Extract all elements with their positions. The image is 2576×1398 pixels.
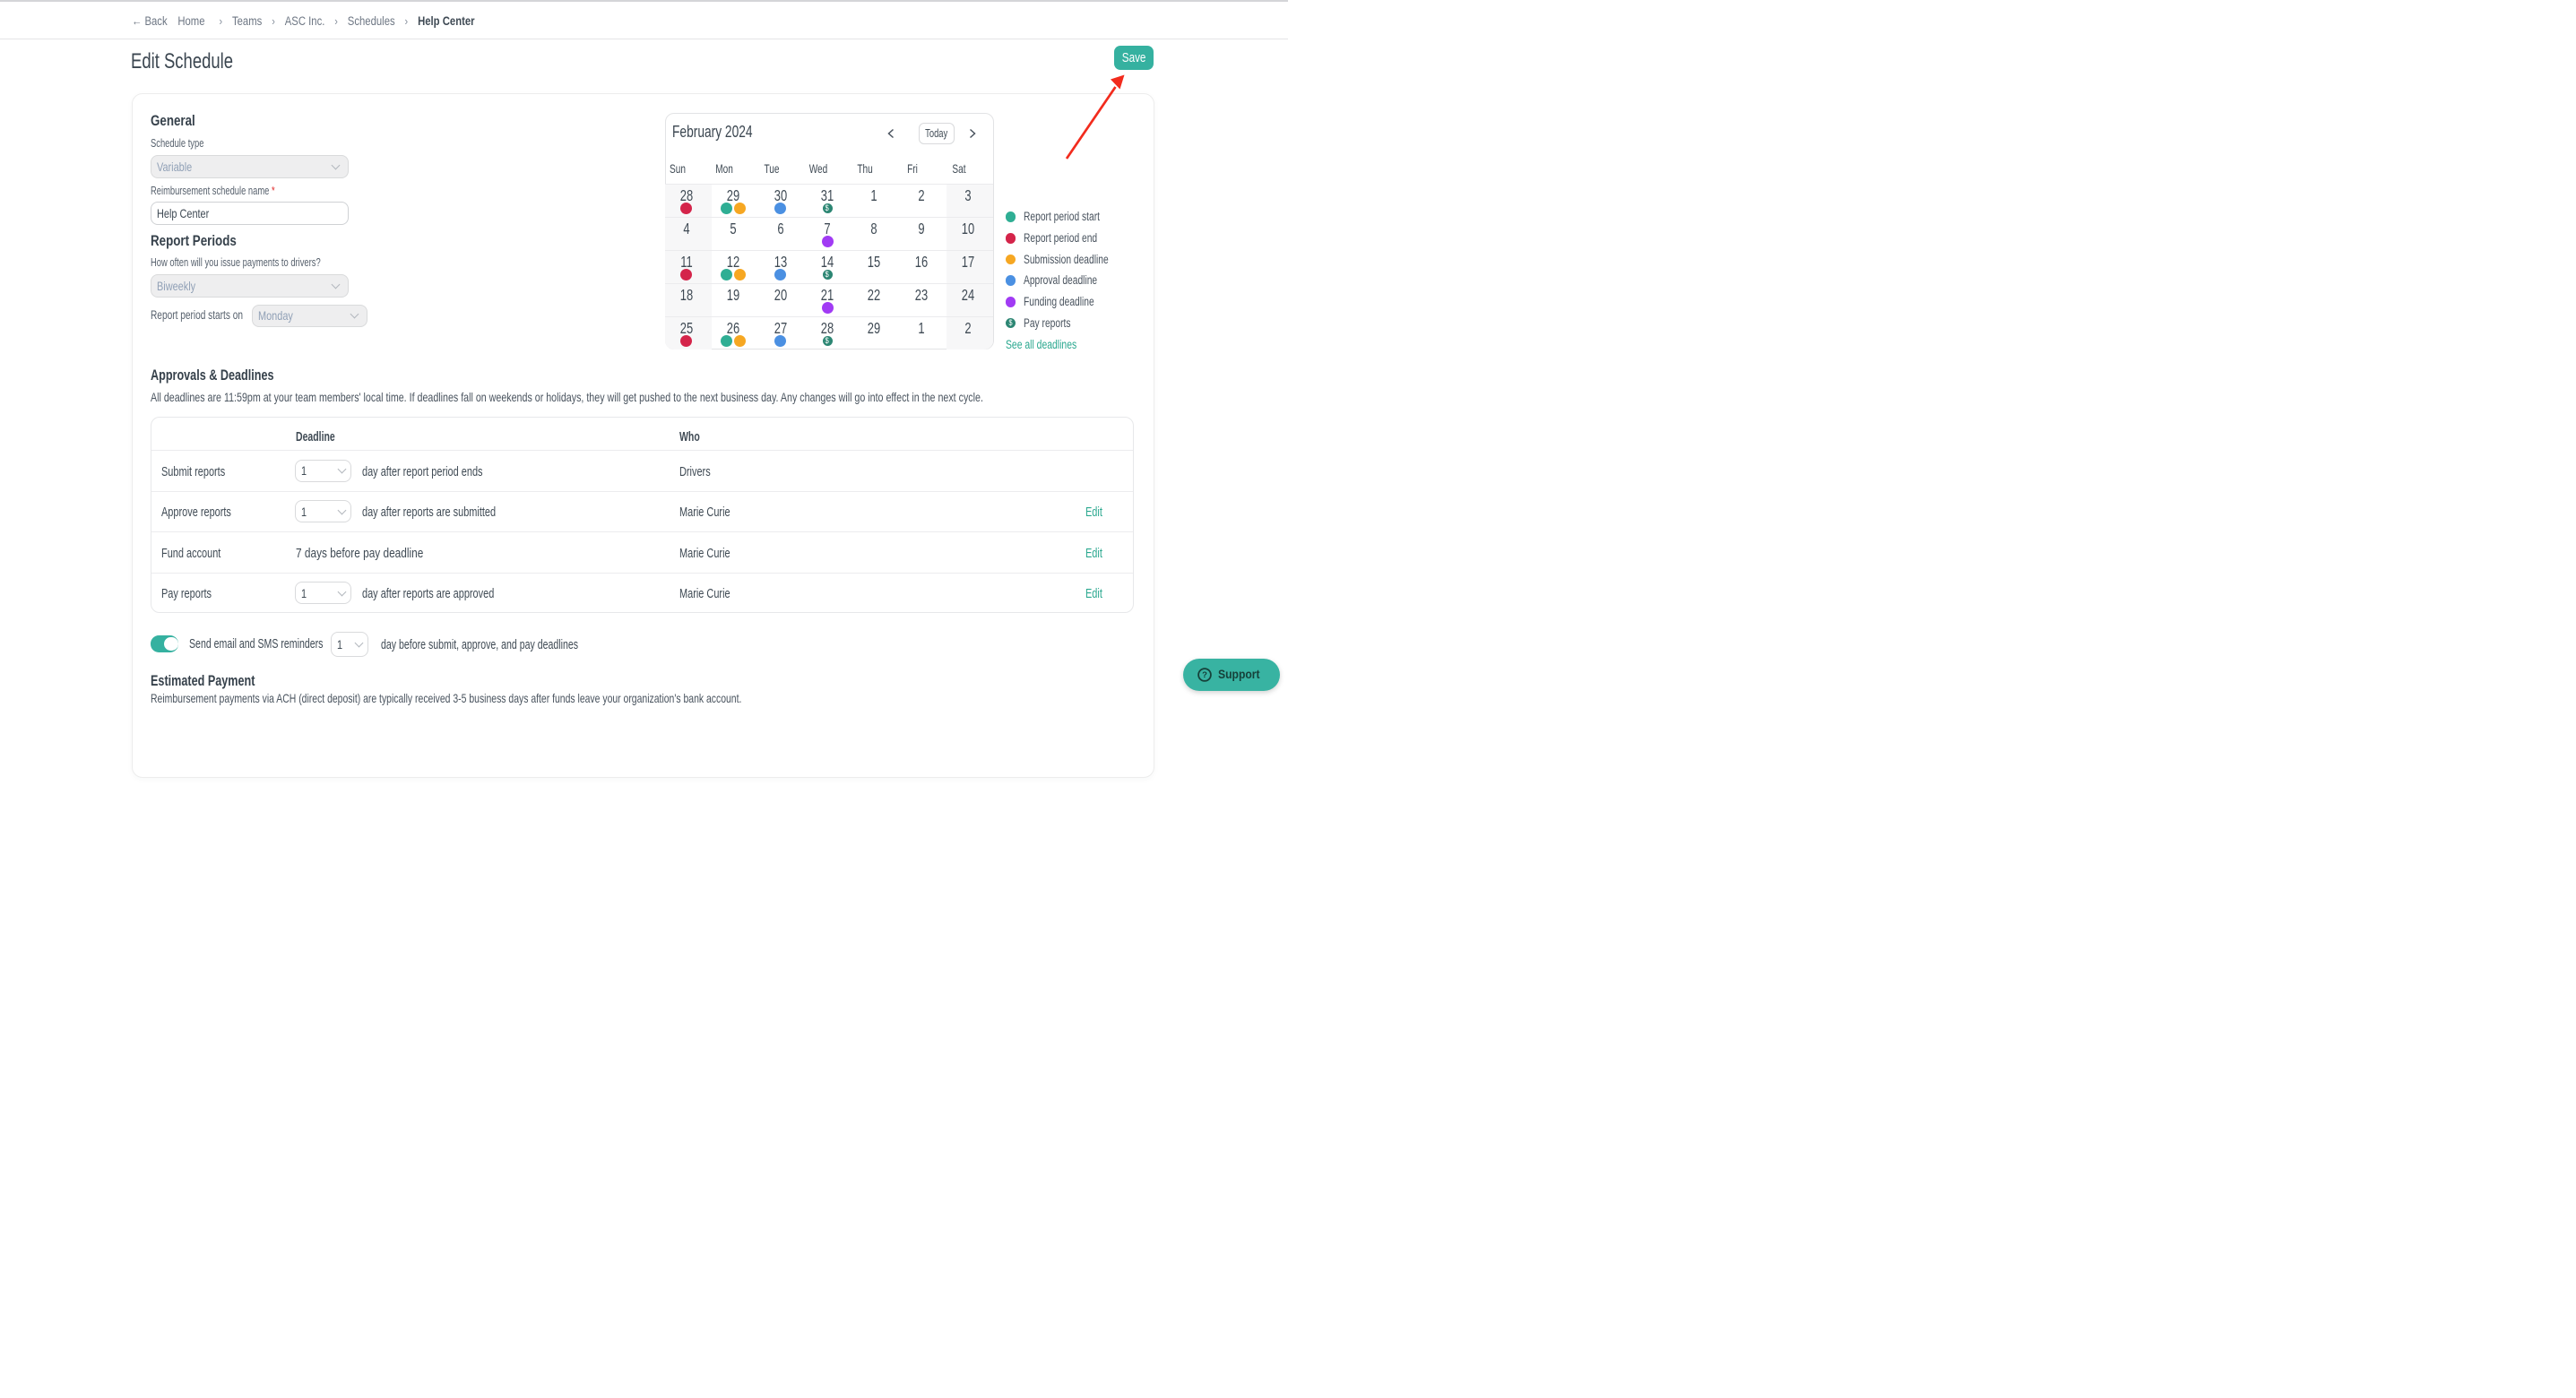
svg-text:?: ? — [1202, 670, 1207, 680]
